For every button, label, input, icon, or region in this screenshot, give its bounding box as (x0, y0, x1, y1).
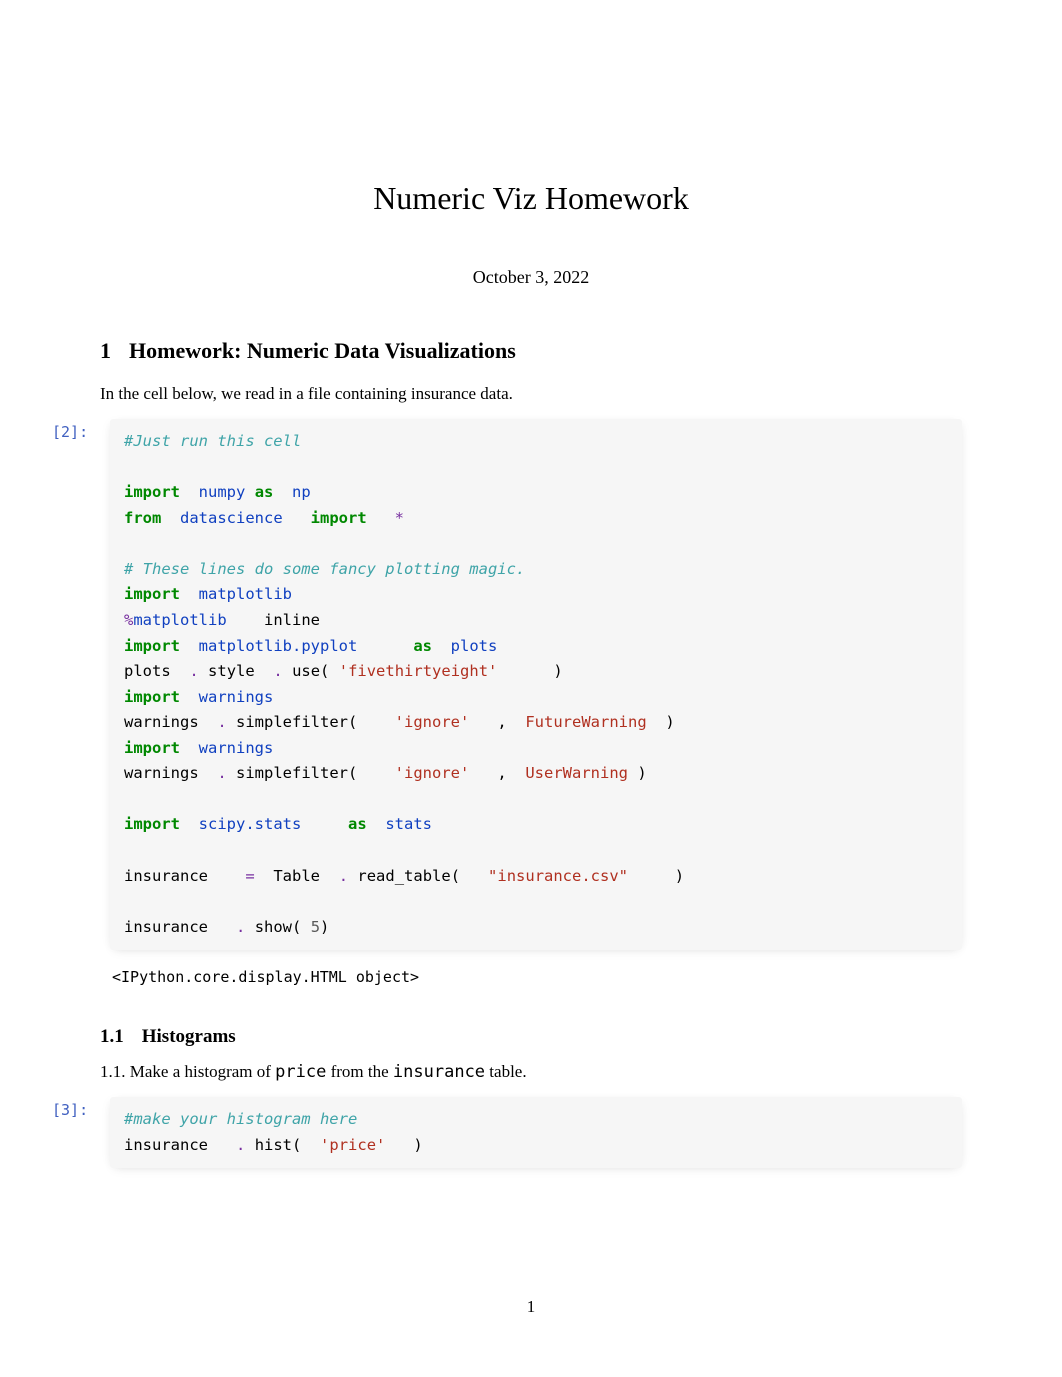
code-dot: . (236, 1136, 245, 1154)
subsection-1-1-task: 1.1. Make a histogram of price from the … (100, 1062, 962, 1082)
code-module: matplotlib (199, 585, 292, 603)
code-module: scipy.stats (199, 815, 302, 833)
cell-2-prompt: [2]: (52, 423, 88, 441)
code-token: , (497, 764, 506, 782)
code-keyword: import (124, 815, 180, 833)
task-mid: from the (331, 1062, 389, 1081)
code-warning: UserWarning (525, 764, 628, 782)
task-prefix: 1.1. Make a histogram of (100, 1062, 271, 1081)
code-dot: . (339, 867, 348, 885)
code-cell-2: [2]: #Just run this cell import numpy as… (110, 419, 962, 950)
code-token: Table (273, 867, 320, 885)
code-string: "insurance.csv" (488, 867, 628, 885)
code-alias: np (292, 483, 311, 501)
code-dot: . (217, 713, 226, 731)
code-keyword: as (255, 483, 274, 501)
subsection-1-1-number: 1.1 (100, 1026, 124, 1048)
code-warning: FutureWarning (525, 713, 646, 731)
code-comment: #make your histogram here (124, 1110, 357, 1128)
cell-3-code: #make your histogram here insurance . hi… (110, 1097, 962, 1168)
code-token: , (497, 713, 506, 731)
code-star: * (395, 509, 404, 527)
code-keyword: as (348, 815, 367, 833)
task-suffix: table. (489, 1062, 526, 1081)
cell-2-output: <IPython.core.display.HTML object> (112, 968, 962, 986)
code-module: warnings (199, 739, 274, 757)
code-string: 'ignore' (395, 713, 470, 731)
code-dot: . (217, 764, 226, 782)
code-keyword: import (124, 688, 180, 706)
code-number: 5 (311, 918, 320, 936)
code-alias: stats (385, 815, 432, 833)
code-token: ) (320, 918, 329, 936)
section-1-heading: 1 Homework: Numeric Data Visualizations (100, 338, 962, 364)
code-token: insurance (124, 1136, 208, 1154)
code-dot: . (273, 662, 282, 680)
code-keyword: import (124, 739, 180, 757)
code-keyword: import (124, 637, 180, 655)
code-token: ) (553, 662, 562, 680)
code-token: warnings (124, 764, 199, 782)
code-token: insurance (124, 867, 208, 885)
code-token: warnings (124, 713, 199, 731)
code-keyword: as (413, 637, 432, 655)
code-token: ) (413, 1136, 422, 1154)
document-date: October 3, 2022 (100, 267, 962, 288)
subsection-1-1-title: Histograms (142, 1026, 236, 1047)
section-1-intro: In the cell below, we read in a file con… (100, 384, 962, 404)
code-magic: matplotlib (133, 611, 226, 629)
cell-3-prompt: [3]: (52, 1101, 88, 1119)
code-cell-3: [3]: #make your histogram here insurance… (110, 1097, 962, 1168)
section-1-number: 1 (100, 338, 111, 364)
subsection-1-1-heading: 1.1 Histograms (100, 1026, 962, 1048)
code-string: 'fivethirtyeight' (339, 662, 498, 680)
code-dot: . (236, 918, 245, 936)
code-token: hist( (255, 1136, 302, 1154)
code-string: 'ignore' (395, 764, 470, 782)
code-keyword: import (124, 585, 180, 603)
code-magic-pct: % (124, 611, 133, 629)
code-comment: # These lines do some fancy plotting mag… (124, 560, 525, 578)
cell-2-code: #Just run this cell import numpy as np f… (110, 419, 962, 950)
code-token: plots (124, 662, 171, 680)
code-token: insurance (124, 918, 208, 936)
code-keyword: import (311, 509, 367, 527)
code-keyword: from (124, 509, 161, 527)
code-token: simplefilter( (236, 764, 357, 782)
code-token: ) (665, 713, 674, 731)
code-module: numpy (199, 483, 246, 501)
code-token: ) (637, 764, 646, 782)
code-module: datascience (180, 509, 283, 527)
code-token: style (208, 662, 255, 680)
document-title: Numeric Viz Homework (100, 180, 962, 217)
task-code-price: price (275, 1062, 326, 1082)
code-token: show( (255, 918, 302, 936)
code-token: simplefilter( (236, 713, 357, 731)
code-token: read_table( (357, 867, 460, 885)
code-string: 'price' (320, 1136, 385, 1154)
task-code-insurance: insurance (393, 1062, 485, 1082)
code-keyword: import (124, 483, 180, 501)
code-module: matplotlib.pyplot (199, 637, 358, 655)
code-alias: plots (451, 637, 498, 655)
code-eq: = (245, 867, 254, 885)
page-number: 1 (0, 1297, 1062, 1317)
code-token: ) (675, 867, 684, 885)
code-token: use( (292, 662, 329, 680)
code-comment: #Just run this cell (124, 432, 301, 450)
code-dot: . (189, 662, 198, 680)
section-1-title: Homework: Numeric Data Visualizations (129, 338, 516, 363)
code-module: warnings (199, 688, 274, 706)
